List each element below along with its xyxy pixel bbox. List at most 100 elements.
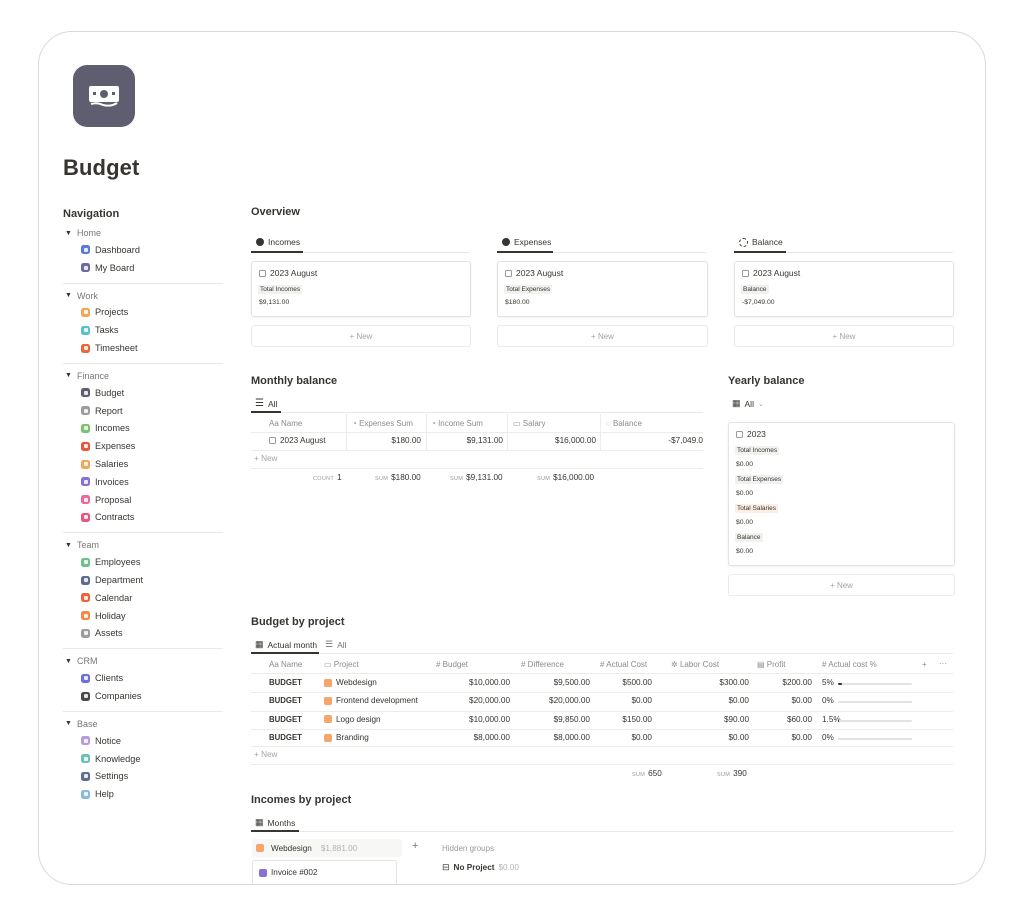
field-value: $180.00 [505,299,530,306]
cell-budget: $10,000.00 [469,714,510,724]
table-row[interactable]: 2023 August [269,436,326,445]
nav-group-toggle[interactable]: ▼ CRM [63,653,225,669]
balance-card[interactable]: 2023 August Balance -$7,049.00 [734,261,954,317]
tab-underline [497,251,553,253]
sidebar-item-calendar[interactable]: Calendar [63,589,225,607]
row-name[interactable]: BUDGET [269,715,302,724]
col-balance[interactable]: ◌ Balance [606,419,642,428]
tab-all[interactable]: ☰ All [255,398,277,409]
col-income-sum[interactable]: ◔ Income Sum [431,419,483,428]
col-name[interactable]: Aa Name [269,419,302,428]
sidebar-item-help[interactable]: Help [63,785,225,803]
col-project[interactable]: ▭ Project [324,660,359,669]
tab-all[interactable]: ☰ All [325,639,347,650]
sidebar-item-knowledge[interactable]: Knowledge [63,750,225,768]
tab-actual-month[interactable]: ▦ Actual month [255,639,317,650]
field-value: $0.00 [736,461,754,468]
col-actual-cost-pct[interactable]: # Actual cost % [822,660,877,669]
sidebar-item-label: Clients [95,673,124,684]
new-button[interactable]: + New [734,325,954,347]
cell-actual-cost: $150.00 [622,714,652,724]
new-row-button[interactable]: + New [254,454,277,463]
project-link[interactable]: Frontend development [324,696,418,705]
sidebar-item-clients[interactable]: Clients [63,669,225,687]
sidebar-item-timesheet[interactable]: Timesheet [63,339,225,357]
sidebar-item-contracts[interactable]: Contracts [63,509,225,527]
new-button[interactable]: + New [728,574,955,596]
sidebar-item-expenses[interactable]: Expenses [63,437,225,455]
sidebar-item-proposal[interactable]: Proposal [63,491,225,509]
row-name[interactable]: BUDGET [269,733,302,742]
money-icon[interactable] [73,65,135,127]
expense-card[interactable]: 2023 August Total Expenses $180.00 [497,261,708,317]
navigation: Navigation ▼ Home Dashboard My Board ▼ Work Pr… [63,208,225,809]
new-button[interactable]: + New [497,325,708,347]
nav-group-toggle[interactable]: ▼ Base [63,716,225,732]
sidebar-item-tasks[interactable]: Tasks [63,321,225,339]
sidebar-item-holiday[interactable]: Holiday [63,607,225,625]
sidebar-item-assets[interactable]: Assets [63,625,225,643]
col-divider [346,414,347,450]
sidebar-item-report[interactable]: Report [63,402,225,420]
nav-group-label: Finance [77,370,110,381]
board-group-webdesign[interactable]: Webdesign $1,881.00 [252,839,402,857]
nav-group-toggle[interactable]: ▼ Finance [63,368,225,384]
sidebar-item-my-board[interactable]: My Board [63,259,225,277]
tab-balance-label: Balance [752,237,783,247]
sidebar-item-projects[interactable]: Projects [63,304,225,322]
income-card[interactable]: 2023 August Total Incomes $9,131.00 [251,261,471,317]
row-name[interactable]: BUDGET [269,696,302,705]
project-link[interactable]: Logo design [324,715,381,724]
tab-incomes[interactable]: Incomes [256,237,300,247]
new-row-button[interactable]: + New [254,750,277,759]
nav-group-toggle[interactable]: ▼ Home [63,225,225,241]
col-expenses-sum[interactable]: ◔ Expenses Sum [352,419,413,428]
new-button[interactable]: + New [251,325,471,347]
cell-profit: $0.00 [791,732,813,742]
sidebar-item-salaries[interactable]: Salaries [63,455,225,473]
sidebar-item-dashboard[interactable]: Dashboard [63,241,225,259]
tab-underline [251,830,299,832]
tab-months[interactable]: ▦ Months [255,817,295,828]
add-column-button[interactable]: + [922,660,927,669]
col-actual-cost[interactable]: # Actual Cost [600,660,647,669]
divider [251,831,953,832]
col-salary[interactable]: ▭ Salary [513,419,545,428]
tab-balance[interactable]: Balance [739,237,783,247]
nav-group-team: ▼ Team Employees Department Calendar Holiday A… [63,537,225,642]
sidebar-item-settings[interactable]: Settings [63,768,225,786]
new-label: New [356,331,373,341]
project-link[interactable]: Webdesign [324,678,377,687]
overview-title: Overview [251,206,300,218]
new-label: New [597,331,614,341]
tab-label: All [337,639,347,650]
invoice-title: Invoice #002 [271,868,318,877]
col-difference[interactable]: # Difference [521,660,564,669]
no-project-group[interactable]: ⊟ No Project $0.00 [442,862,519,873]
col-profit[interactable]: ▤ Profit [757,660,785,669]
nav-group-toggle[interactable]: ▼ Work [63,288,225,304]
project-icon [256,844,264,852]
sidebar-item-companies[interactable]: Companies [63,687,225,705]
cell-labor-cost: $0.00 [728,732,750,742]
nav-group-toggle[interactable]: ▼ Team [63,537,225,553]
sidebar-item-employees[interactable]: Employees [63,553,225,571]
col-budget[interactable]: # Budget [436,660,468,669]
sum-labor-cost: SUM 390 [717,769,747,778]
sidebar-item-invoices[interactable]: Invoices [63,473,225,491]
invoice-card[interactable]: Invoice #002 [252,860,397,884]
project-link[interactable]: Branding [324,733,369,742]
col-name[interactable]: Aa Name [269,660,302,669]
add-group-button[interactable]: + [412,840,418,852]
col-labor-cost[interactable]: ✲ Labor Cost [671,660,719,669]
sidebar-item-department[interactable]: Department [63,571,225,589]
tab-expenses[interactable]: Expenses [502,237,551,247]
yearly-card[interactable]: 2023 Total Incomes $0.00 Total Expenses … [728,422,955,566]
tab-yearly-all[interactable]: ▦ All ⌄ [732,398,764,409]
sidebar-item-incomes[interactable]: Incomes [63,420,225,438]
sidebar-item-notice[interactable]: Notice [63,732,225,750]
row-name[interactable]: BUDGET [269,678,302,687]
more-options-button[interactable]: ··· [939,659,947,668]
department-icon [81,575,90,585]
sidebar-item-budget[interactable]: Budget [63,384,225,402]
